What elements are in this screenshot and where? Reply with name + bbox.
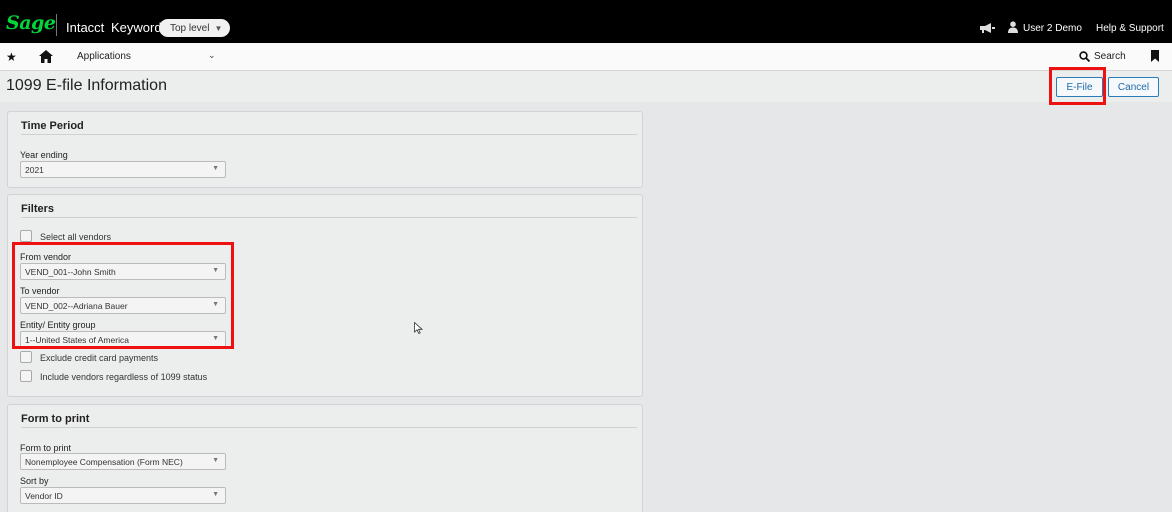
panel-title: Form to print xyxy=(21,413,90,425)
year-ending-label: Year ending xyxy=(20,150,68,160)
filters-highlight-box xyxy=(12,242,234,349)
star-icon[interactable]: ★ xyxy=(6,50,17,64)
help-support-link[interactable]: Help & Support xyxy=(1096,23,1164,34)
search-link[interactable]: Search xyxy=(1094,51,1126,62)
sort-by-label: Sort by xyxy=(20,476,49,486)
bookmark-icon[interactable] xyxy=(1151,50,1159,62)
include-vendors-checkbox[interactable] xyxy=(20,370,32,382)
sort-by-value: Vendor ID xyxy=(25,490,63,501)
sort-by-select[interactable]: Vendor ID ▼ xyxy=(20,487,226,504)
top-level-label: Top level xyxy=(170,22,210,34)
top-bar: Sage Intacct Keyword Top level ▼ User 2 … xyxy=(0,0,1172,43)
exclude-credit-card-label: Exclude credit card payments xyxy=(40,353,159,363)
user-name[interactable]: User 2 Demo xyxy=(1023,23,1082,34)
keyword-label: Keyword xyxy=(111,20,162,35)
efile-highlight-box xyxy=(1049,67,1106,105)
form-to-print-label: Form to print xyxy=(20,443,72,453)
home-icon[interactable] xyxy=(39,50,53,63)
logo-divider xyxy=(56,14,57,36)
chevron-down-icon[interactable]: ⌄ xyxy=(208,50,216,61)
chevron-down-icon: ▼ xyxy=(214,23,223,33)
page-title: 1099 E-file Information xyxy=(6,77,167,94)
include-vendors-label: Include vendors regardless of 1099 statu… xyxy=(40,372,208,382)
sage-logo[interactable]: Sage xyxy=(6,12,56,34)
chevron-down-icon: ▼ xyxy=(212,457,219,464)
panel-title: Filters xyxy=(21,203,55,215)
exclude-credit-card-checkbox[interactable] xyxy=(20,351,32,363)
chevron-down-icon: ▼ xyxy=(212,491,219,498)
form-to-print-select[interactable]: Nonemployee Compensation (Form NEC) ▼ xyxy=(20,453,226,470)
mouse-cursor-icon xyxy=(414,322,423,334)
cancel-button[interactable]: Cancel xyxy=(1108,77,1159,97)
select-all-vendors-checkbox[interactable] xyxy=(20,230,32,242)
panel-divider xyxy=(21,134,637,135)
panel-title: Time Period xyxy=(21,120,84,132)
product-name: Intacct xyxy=(66,20,105,35)
search-icon[interactable] xyxy=(1079,51,1090,62)
panel-divider xyxy=(21,427,637,428)
select-all-vendors-label: Select all vendors xyxy=(40,232,112,242)
page-header xyxy=(0,71,1172,102)
top-level-dropdown[interactable]: Top level ▼ xyxy=(159,19,230,37)
year-ending-select[interactable]: 2021 ▼ xyxy=(20,161,226,178)
year-ending-value: 2021 xyxy=(25,164,44,175)
panel-divider xyxy=(21,217,637,218)
user-icon[interactable] xyxy=(1008,21,1018,33)
applications-menu[interactable]: Applications xyxy=(77,51,131,62)
chevron-down-icon: ▼ xyxy=(212,165,219,172)
nav-bar: ★ Applications ⌄ Search xyxy=(0,43,1172,71)
megaphone-icon[interactable] xyxy=(979,22,995,34)
form-to-print-value: Nonemployee Compensation (Form NEC) xyxy=(25,456,183,467)
